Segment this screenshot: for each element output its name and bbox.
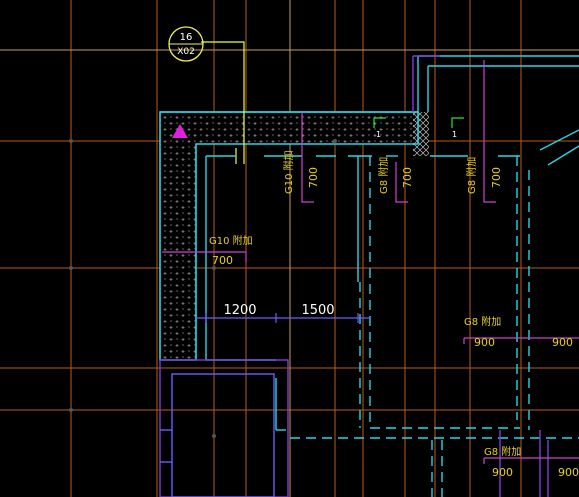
rebar-length-h2b: 900 [552,336,573,349]
rebar-label-g8-horizontal-b: G8 附加 [484,445,521,458]
cad-drawing-canvas: 16 X02 1 1 1200 1500 G10 附加 700 G8 附加 70… [0,0,579,497]
rebar-label-g8-horizontal-a: G8 附加 [464,315,501,328]
wall-hatch [159,111,429,361]
grid-marker-sheet: X02 [177,47,195,57]
rebar-length-h3b: 900 [558,466,579,479]
rebar-label-g8-vertical-a: G8 附加 [377,157,390,194]
rebar-label-g8-vertical-b: G8 附加 [465,157,478,194]
rebar-length-v1: 700 [307,167,320,188]
grid-dots [69,139,337,438]
rebar-length-h2a: 900 [474,336,495,349]
rebar-length-h1: 700 [212,254,233,267]
rebar-label-g10-horizontal: G10 附加 [209,234,253,247]
grid-marker-number: 16 [180,32,193,43]
rebar-length-v3: 700 [490,167,503,188]
rebar-label-g10-vertical: G10 附加 [282,150,295,194]
dimension-1500: 1500 [301,303,334,318]
rebar-length-h3: 900 [492,466,513,479]
section-mark-left: 1 [376,130,381,139]
dimension-1200: 1200 [223,303,256,318]
section-mark-right: 1 [452,130,457,139]
rebar-length-v2: 700 [401,167,414,188]
